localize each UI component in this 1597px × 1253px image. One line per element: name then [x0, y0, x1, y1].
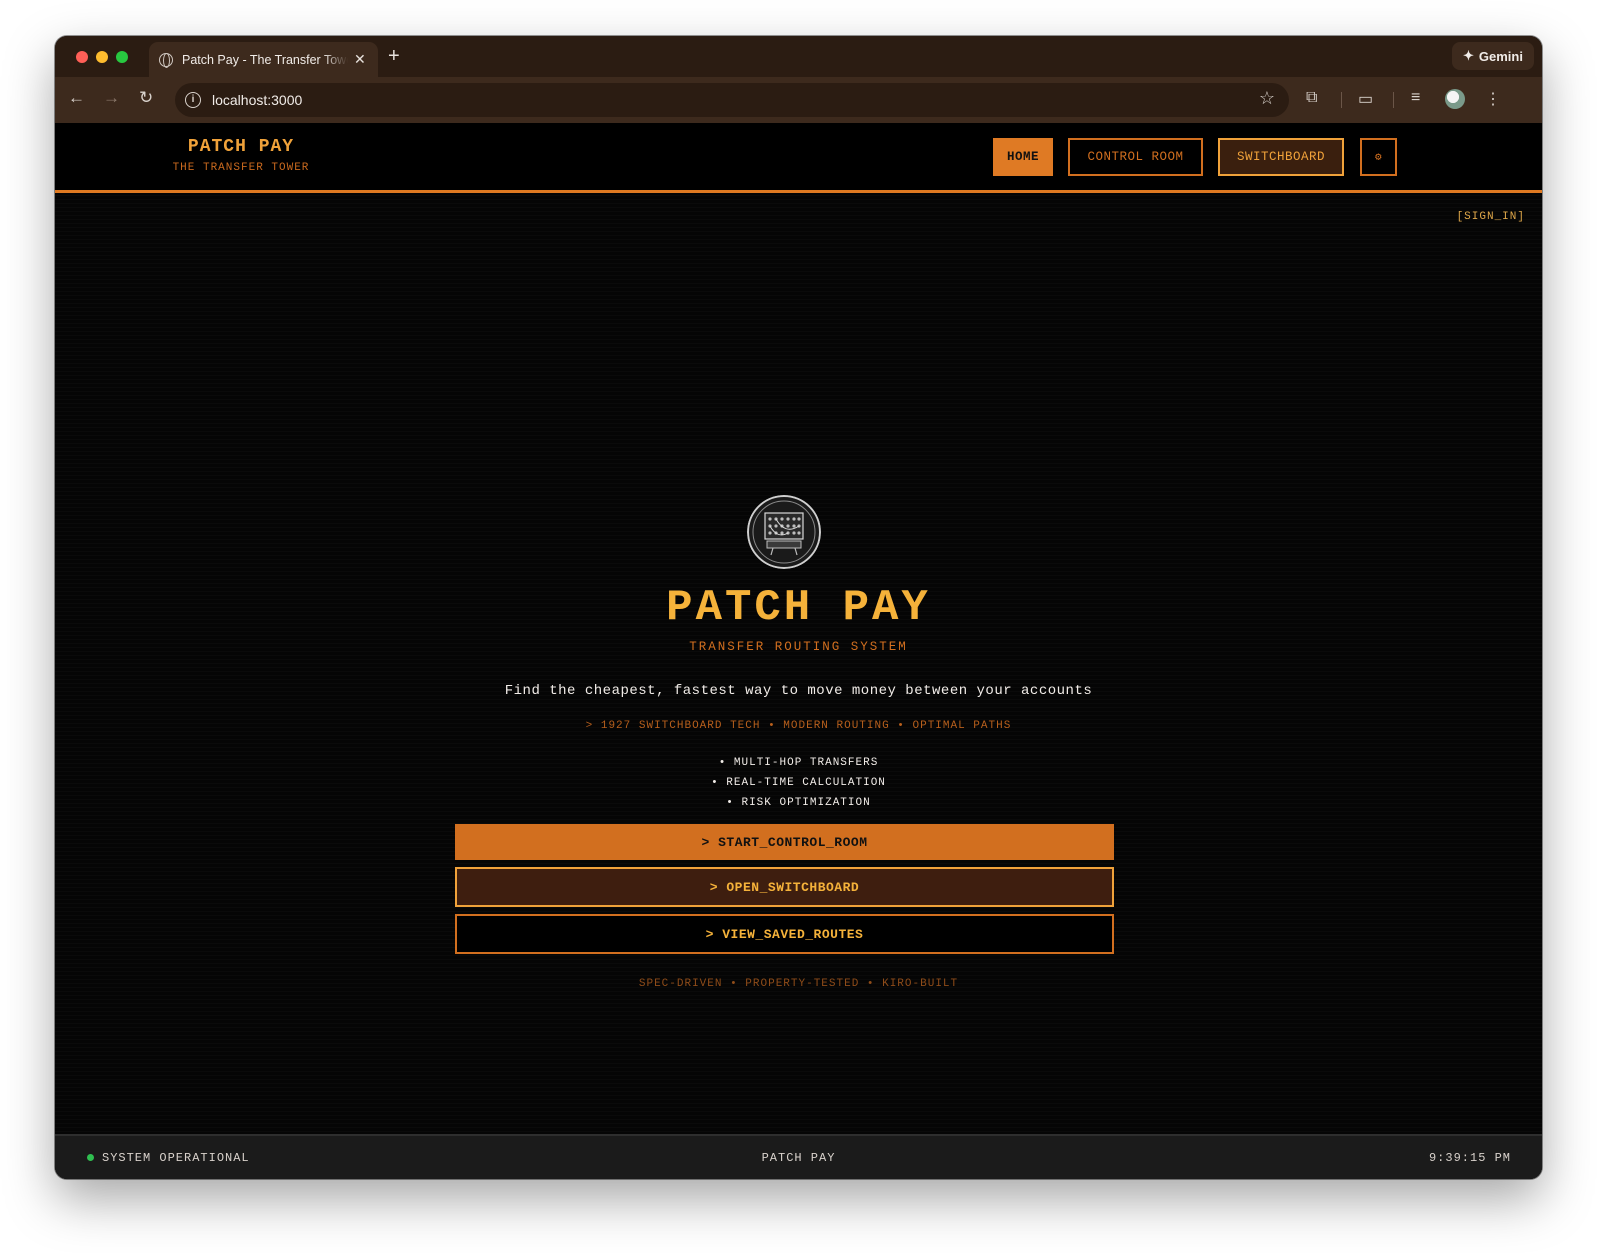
feature-item: • REAL-TIME CALCULATION — [711, 777, 886, 789]
new-tab-button[interactable]: + — [388, 45, 400, 68]
hero-subtitle: TRANSFER ROUTING SYSTEM — [689, 640, 908, 654]
nav-control-room-button[interactable]: CONTROL ROOM — [1068, 138, 1203, 176]
feature-item: • MULTI-HOP TRANSFERS — [718, 757, 879, 769]
open-switchboard-button[interactable]: > OPEN_SWITCHBOARD — [455, 867, 1114, 907]
nav-home-button[interactable]: HOME — [993, 138, 1053, 176]
cast-search-icon[interactable]: ▭ — [1358, 89, 1373, 109]
sparkle-icon: ✦ — [1463, 48, 1474, 63]
sign-in-link[interactable]: [SIGN_IN] — [1457, 211, 1525, 223]
view-saved-routes-button[interactable]: > VIEW_SAVED_ROUTES — [455, 914, 1114, 954]
feature-item: • RISK OPTIMIZATION — [726, 797, 871, 809]
site-header: PATCH PAY THE TRANSFER TOWER HOME CONTRO… — [55, 123, 1542, 193]
page-content: PATCH PAY THE TRANSFER TOWER HOME CONTRO… — [55, 123, 1542, 1179]
status-text: SYSTEM OPERATIONAL — [102, 1151, 250, 1165]
site-info-icon[interactable]: i — [185, 92, 201, 108]
hero-tagline: > 1927 SWITCHBOARD TECH • MODERN ROUTING… — [585, 720, 1012, 732]
profile-avatar[interactable] — [1445, 89, 1465, 109]
tab-title: Patch Pay - The Transfer Tower — [182, 52, 348, 67]
hero-description: Find the cheapest, fastest way to move m… — [504, 683, 1093, 699]
status-indicator-dot — [87, 1154, 94, 1161]
media-queue-icon[interactable]: ≡ — [1411, 89, 1420, 107]
hero-title: PATCH PAY — [666, 583, 931, 633]
globe-icon — [159, 52, 173, 68]
toolbar-divider — [1393, 92, 1394, 108]
url-text[interactable]: localhost:3000 — [212, 92, 302, 108]
status-app-name: PATCH PAY — [761, 1151, 836, 1165]
bookmark-star-icon[interactable]: ☆ — [1259, 88, 1275, 109]
forward-arrow-icon[interactable]: → — [103, 88, 120, 108]
status-clock: 9:39:15 PM — [1428, 1151, 1511, 1165]
close-window-button[interactable] — [76, 51, 88, 63]
back-arrow-icon[interactable]: ← — [68, 88, 85, 108]
tab-strip: Patch Pay - The Transfer Tower ✕ + ✦ Gem… — [55, 36, 1542, 77]
brand-subtitle: THE TRANSFER TOWER — [172, 162, 310, 174]
brand[interactable]: PATCH PAY THE TRANSFER TOWER — [171, 137, 311, 174]
build-tagline: SPEC-DRIVEN • PROPERTY-TESTED • KIRO-BUI… — [638, 978, 959, 990]
reload-icon[interactable]: ↻ — [139, 88, 153, 108]
browser-toolbar: ← → ↻ i localhost:3000 ☆ ⧉ ▭ ≡ ⋮ — [55, 77, 1542, 123]
toolbar-divider — [1341, 92, 1342, 108]
extensions-icon[interactable]: ⧉ — [1306, 89, 1317, 107]
settings-gear-icon[interactable]: ⚙ — [1360, 138, 1397, 176]
brand-name: PATCH PAY — [187, 137, 295, 157]
start-control-room-button[interactable]: > START_CONTROL_ROOM — [455, 824, 1114, 860]
close-tab-icon[interactable]: ✕ — [354, 51, 366, 68]
switchboard-emblem-icon — [747, 495, 821, 569]
maximize-window-button[interactable] — [116, 51, 128, 63]
gemini-button[interactable]: ✦ Gemini — [1452, 42, 1534, 70]
address-bar[interactable]: i localhost:3000 ☆ — [175, 83, 1289, 117]
minimize-window-button[interactable] — [96, 51, 108, 63]
menu-kebab-icon[interactable]: ⋮ — [1485, 89, 1501, 109]
feature-list: • MULTI-HOP TRANSFERS • REAL-TIME CALCUL… — [55, 753, 1542, 813]
nav-switchboard-button[interactable]: SWITCHBOARD — [1218, 138, 1344, 176]
browser-window: Patch Pay - The Transfer Tower ✕ + ✦ Gem… — [55, 36, 1542, 1179]
status-bar: SYSTEM OPERATIONAL PATCH PAY 9:39:15 PM — [55, 1134, 1542, 1179]
gemini-label: Gemini — [1478, 48, 1523, 64]
browser-tab[interactable]: Patch Pay - The Transfer Tower ✕ — [149, 42, 378, 77]
